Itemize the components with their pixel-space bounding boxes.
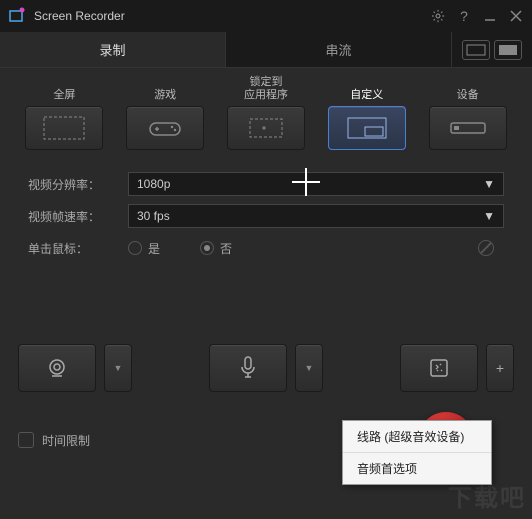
webcam-button[interactable] [18,344,96,392]
plus-icon: + [496,360,504,376]
aspect-wide-icon[interactable] [462,40,490,60]
radio-no-label: 否 [220,240,232,257]
tab-stream[interactable]: 串流 [226,32,452,67]
radio-yes-label: 是 [148,240,160,257]
radio-no[interactable]: 否 [200,240,232,257]
mode-device-button[interactable] [429,106,507,150]
mic-button[interactable] [209,344,287,392]
minimize-icon[interactable] [482,8,498,24]
mode-lockapp-label: 锁定到 应用程序 [244,74,288,102]
settings-gear-icon[interactable] [430,8,446,24]
app-title: Screen Recorder [34,9,430,23]
menu-item-audio-device[interactable]: 线路 (超级音效设备) [343,421,491,453]
mode-device-label: 设备 [457,74,479,102]
resolution-value: 1080p [137,177,170,191]
resolution-dropdown[interactable]: 1080p ▼ [128,172,504,196]
fps-label: 视频帧速率： [28,208,118,225]
tab-record[interactable]: 录制 [0,32,226,67]
help-icon[interactable]: ? [456,8,472,24]
chevron-down-icon: ▼ [305,363,314,373]
mode-fullscreen-button[interactable] [25,106,103,150]
mode-fullscreen-label: 全屏 [53,74,75,102]
chevron-down-icon: ▼ [483,209,495,223]
timelimit-checkbox[interactable] [18,432,34,448]
menu-item-audio-prefs[interactable]: 音频首选项 [343,453,491,484]
overlay-add[interactable]: + [486,344,514,392]
prohibit-icon[interactable] [478,240,494,256]
webcam-dropdown[interactable]: ▼ [104,344,132,392]
fps-value: 30 fps [137,209,170,223]
app-logo-icon [8,7,26,25]
mode-custom-button[interactable] [328,106,406,150]
chevron-down-icon: ▼ [114,363,123,373]
aspect-wide-fill-icon[interactable] [494,40,522,60]
timelimit-label: 时间限制 [42,432,90,449]
mode-game-button[interactable] [126,106,204,150]
mode-lockapp-button[interactable] [227,106,305,150]
mode-game-label: 游戏 [154,74,176,102]
overlay-button[interactable] [400,344,478,392]
click-label: 单击鼠标： [28,240,118,257]
radio-yes[interactable]: 是 [128,240,160,257]
close-icon[interactable] [508,8,524,24]
fps-dropdown[interactable]: 30 fps ▼ [128,204,504,228]
audio-context-menu: 线路 (超级音效设备) 音频首选项 [342,420,492,485]
mic-dropdown[interactable]: ▼ [295,344,323,392]
resolution-label: 视频分辨率： [28,176,118,193]
radio-icon [128,241,142,255]
radio-icon [200,241,214,255]
chevron-down-icon: ▼ [483,177,495,191]
mode-custom-label: 自定义 [350,74,383,102]
